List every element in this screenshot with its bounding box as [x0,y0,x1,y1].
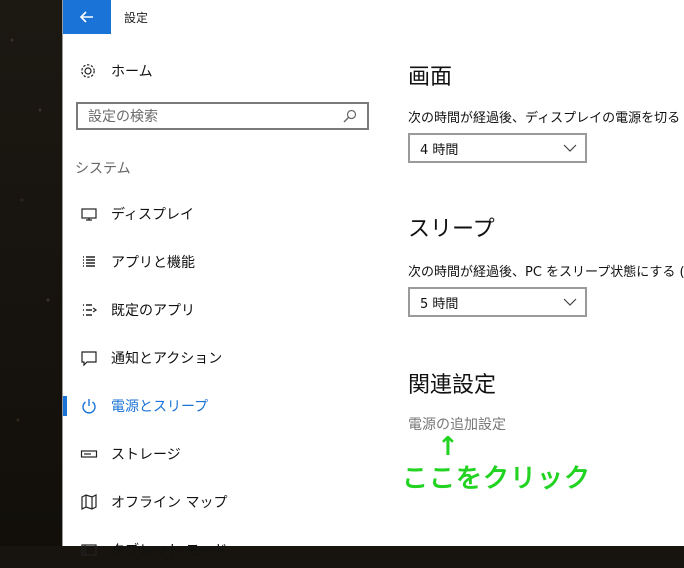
sidebar-item-notifications[interactable]: 通知とアクション [63,340,383,376]
screen-timeout-dropdown[interactable]: 4 時間 [408,133,587,163]
chevron-down-icon [563,296,577,308]
tablet-mode-icon [80,541,98,559]
settings-window: 設定 ホーム 設定の検索 システム ディスプレイ アプリと機能 既定のアプリ 通… [62,0,684,559]
sleep-timeout-dropdown[interactable]: 5 時間 [408,287,587,317]
storage-icon [80,445,98,463]
apps-list-icon [80,253,98,271]
home-label: ホーム [111,64,153,80]
sleep-timeout-value: 5 時間 [420,296,459,312]
sidebar-item-apps[interactable]: アプリと機能 [63,244,383,280]
home-link[interactable]: ホーム [79,60,153,82]
sidebar-item-storage[interactable]: ストレージ [63,436,383,472]
power-icon [80,397,98,415]
sidebar-item-label: ディスプレイ [111,207,195,223]
gear-icon [79,62,97,80]
screen-heading: 画面 [408,65,453,90]
sidebar-item-label: 通知とアクション [111,351,223,367]
default-apps-icon [80,301,98,319]
search-icon [343,109,357,123]
back-button[interactable] [63,0,111,34]
search-input[interactable]: 設定の検索 [76,102,369,130]
sidebar-item-offline-maps[interactable]: オフライン マップ [63,484,383,520]
screen-timeout-value: 4 時間 [420,142,459,158]
annotation-arrow: ↑ [437,432,459,462]
screen-description: 次の時間が経過後、ディスプレイの電源を切る ( [408,111,684,126]
desktop-background [0,0,62,546]
active-indicator [63,396,67,416]
sidebar-item-display[interactable]: ディスプレイ [63,196,383,232]
additional-power-settings-link[interactable]: 電源の追加設定 [408,414,506,434]
sleep-heading: スリープ [408,217,495,242]
sidebar-item-tablet-mode[interactable]: タブレット モード [63,532,383,568]
sidebar-item-label: ストレージ [111,447,181,463]
settings-sidebar: ホーム 設定の検索 システム ディスプレイ アプリと機能 既定のアプリ 通知とア… [63,34,383,559]
related-settings-heading: 関連設定 [408,373,497,398]
search-placeholder: 設定の検索 [88,109,158,125]
sidebar-item-default-apps[interactable]: 既定のアプリ [63,292,383,328]
window-title: 設定 [124,11,149,25]
sidebar-item-label: オフライン マップ [111,495,228,511]
back-arrow-icon [80,11,94,23]
annotation-text: ここをクリック [402,464,592,494]
sidebar-item-label: 電源とスリープ [111,399,209,415]
display-icon [80,205,98,223]
power-sleep-content: 画面 次の時間が経過後、ディスプレイの電源を切る ( 4 時間 スリープ 次の時… [402,34,684,546]
sidebar-item-label: 既定のアプリ [111,303,195,319]
sleep-description: 次の時間が経過後、PC をスリープ状態にする (バ [408,265,684,280]
map-icon [80,493,98,511]
chevron-down-icon [563,142,577,154]
sidebar-item-label: タブレット モード [111,543,228,559]
section-label: システム [75,161,131,177]
sidebar-item-power-sleep[interactable]: 電源とスリープ [63,388,383,424]
sidebar-item-label: アプリと機能 [111,255,195,271]
notification-icon [80,349,98,367]
title-bar: 設定 [63,0,684,34]
